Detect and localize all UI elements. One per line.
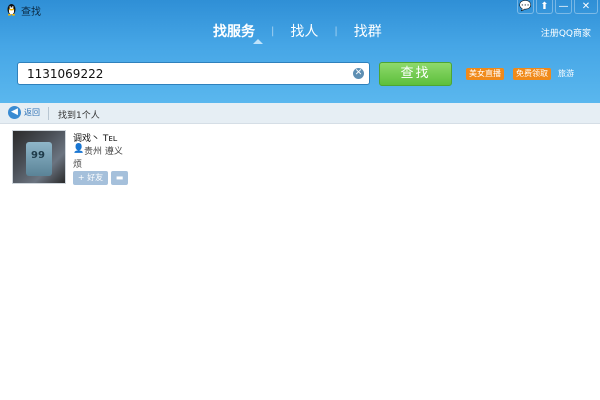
back-button[interactable]: ◀ 返回 xyxy=(8,106,40,119)
avatar-number: 99 xyxy=(31,150,45,161)
travel-link[interactable]: 旅游 xyxy=(558,68,574,80)
search-tabs: 找服务 | 找人 | 找群 xyxy=(205,20,390,42)
search-input[interactable]: 1131069222 ✕ xyxy=(17,62,370,85)
close-icon[interactable]: ✕ xyxy=(574,0,598,14)
header-banner: 查找 💬 ⬆ — ✕ 找服务 | 找人 | 找群 注册QQ商家 11310692… xyxy=(0,0,600,103)
minimize-icon[interactable]: — xyxy=(555,0,572,14)
back-arrow-icon: ◀ xyxy=(8,106,21,119)
avatar[interactable]: 99 xyxy=(12,130,66,184)
results-list: 99 调戏丶 Tᴇʟ 👤 贵州 遵义 烦 + 好友 ▬ xyxy=(0,124,600,400)
tab-find-group[interactable]: 找群 xyxy=(346,21,390,41)
back-label: 返回 xyxy=(24,108,40,117)
search-button[interactable]: 查找 xyxy=(379,62,452,86)
user-nickname[interactable]: 调戏丶 Tᴇʟ xyxy=(73,131,117,144)
qq-penguin-icon xyxy=(7,4,16,16)
add-friend-button[interactable]: + 好友 xyxy=(73,171,108,185)
user-location: 贵州 遵义 xyxy=(84,147,123,157)
list-item[interactable]: 99 调戏丶 Tᴇʟ 👤 贵州 遵义 烦 + 好友 ▬ xyxy=(12,130,212,192)
clear-icon[interactable]: ✕ xyxy=(353,68,364,79)
feedback-icon[interactable]: 💬 xyxy=(517,0,534,14)
results-toolbar: ◀ 返回 找到1个人 xyxy=(0,103,600,124)
person-icon: 👤 xyxy=(73,144,85,154)
tab-separator: | xyxy=(271,25,275,37)
window-controls: 💬 ⬆ — ✕ xyxy=(517,0,598,14)
result-count: 找到1个人 xyxy=(58,111,100,121)
toolbar-divider xyxy=(48,107,49,120)
active-tab-indicator xyxy=(253,39,263,44)
tab-separator: | xyxy=(334,25,338,37)
share-icon[interactable]: ⬆ xyxy=(536,0,553,14)
user-signature: 烦 xyxy=(73,160,83,170)
tab-find-people[interactable]: 找人 xyxy=(282,21,326,41)
register-merchant-link[interactable]: 注册QQ商家 xyxy=(541,26,591,39)
title-bar[interactable]: 查找 💬 ⬆ — ✕ xyxy=(0,0,600,18)
message-icon[interactable]: ▬ xyxy=(111,171,128,185)
tab-find-service[interactable]: 找服务 xyxy=(205,21,263,41)
window-title: 查找 xyxy=(21,7,41,18)
search-input-value: 1131069222 xyxy=(27,67,104,81)
promo-tag-live[interactable]: 美女直播 xyxy=(466,68,504,80)
promo-tag-free[interactable]: 免费领取 xyxy=(513,68,551,80)
